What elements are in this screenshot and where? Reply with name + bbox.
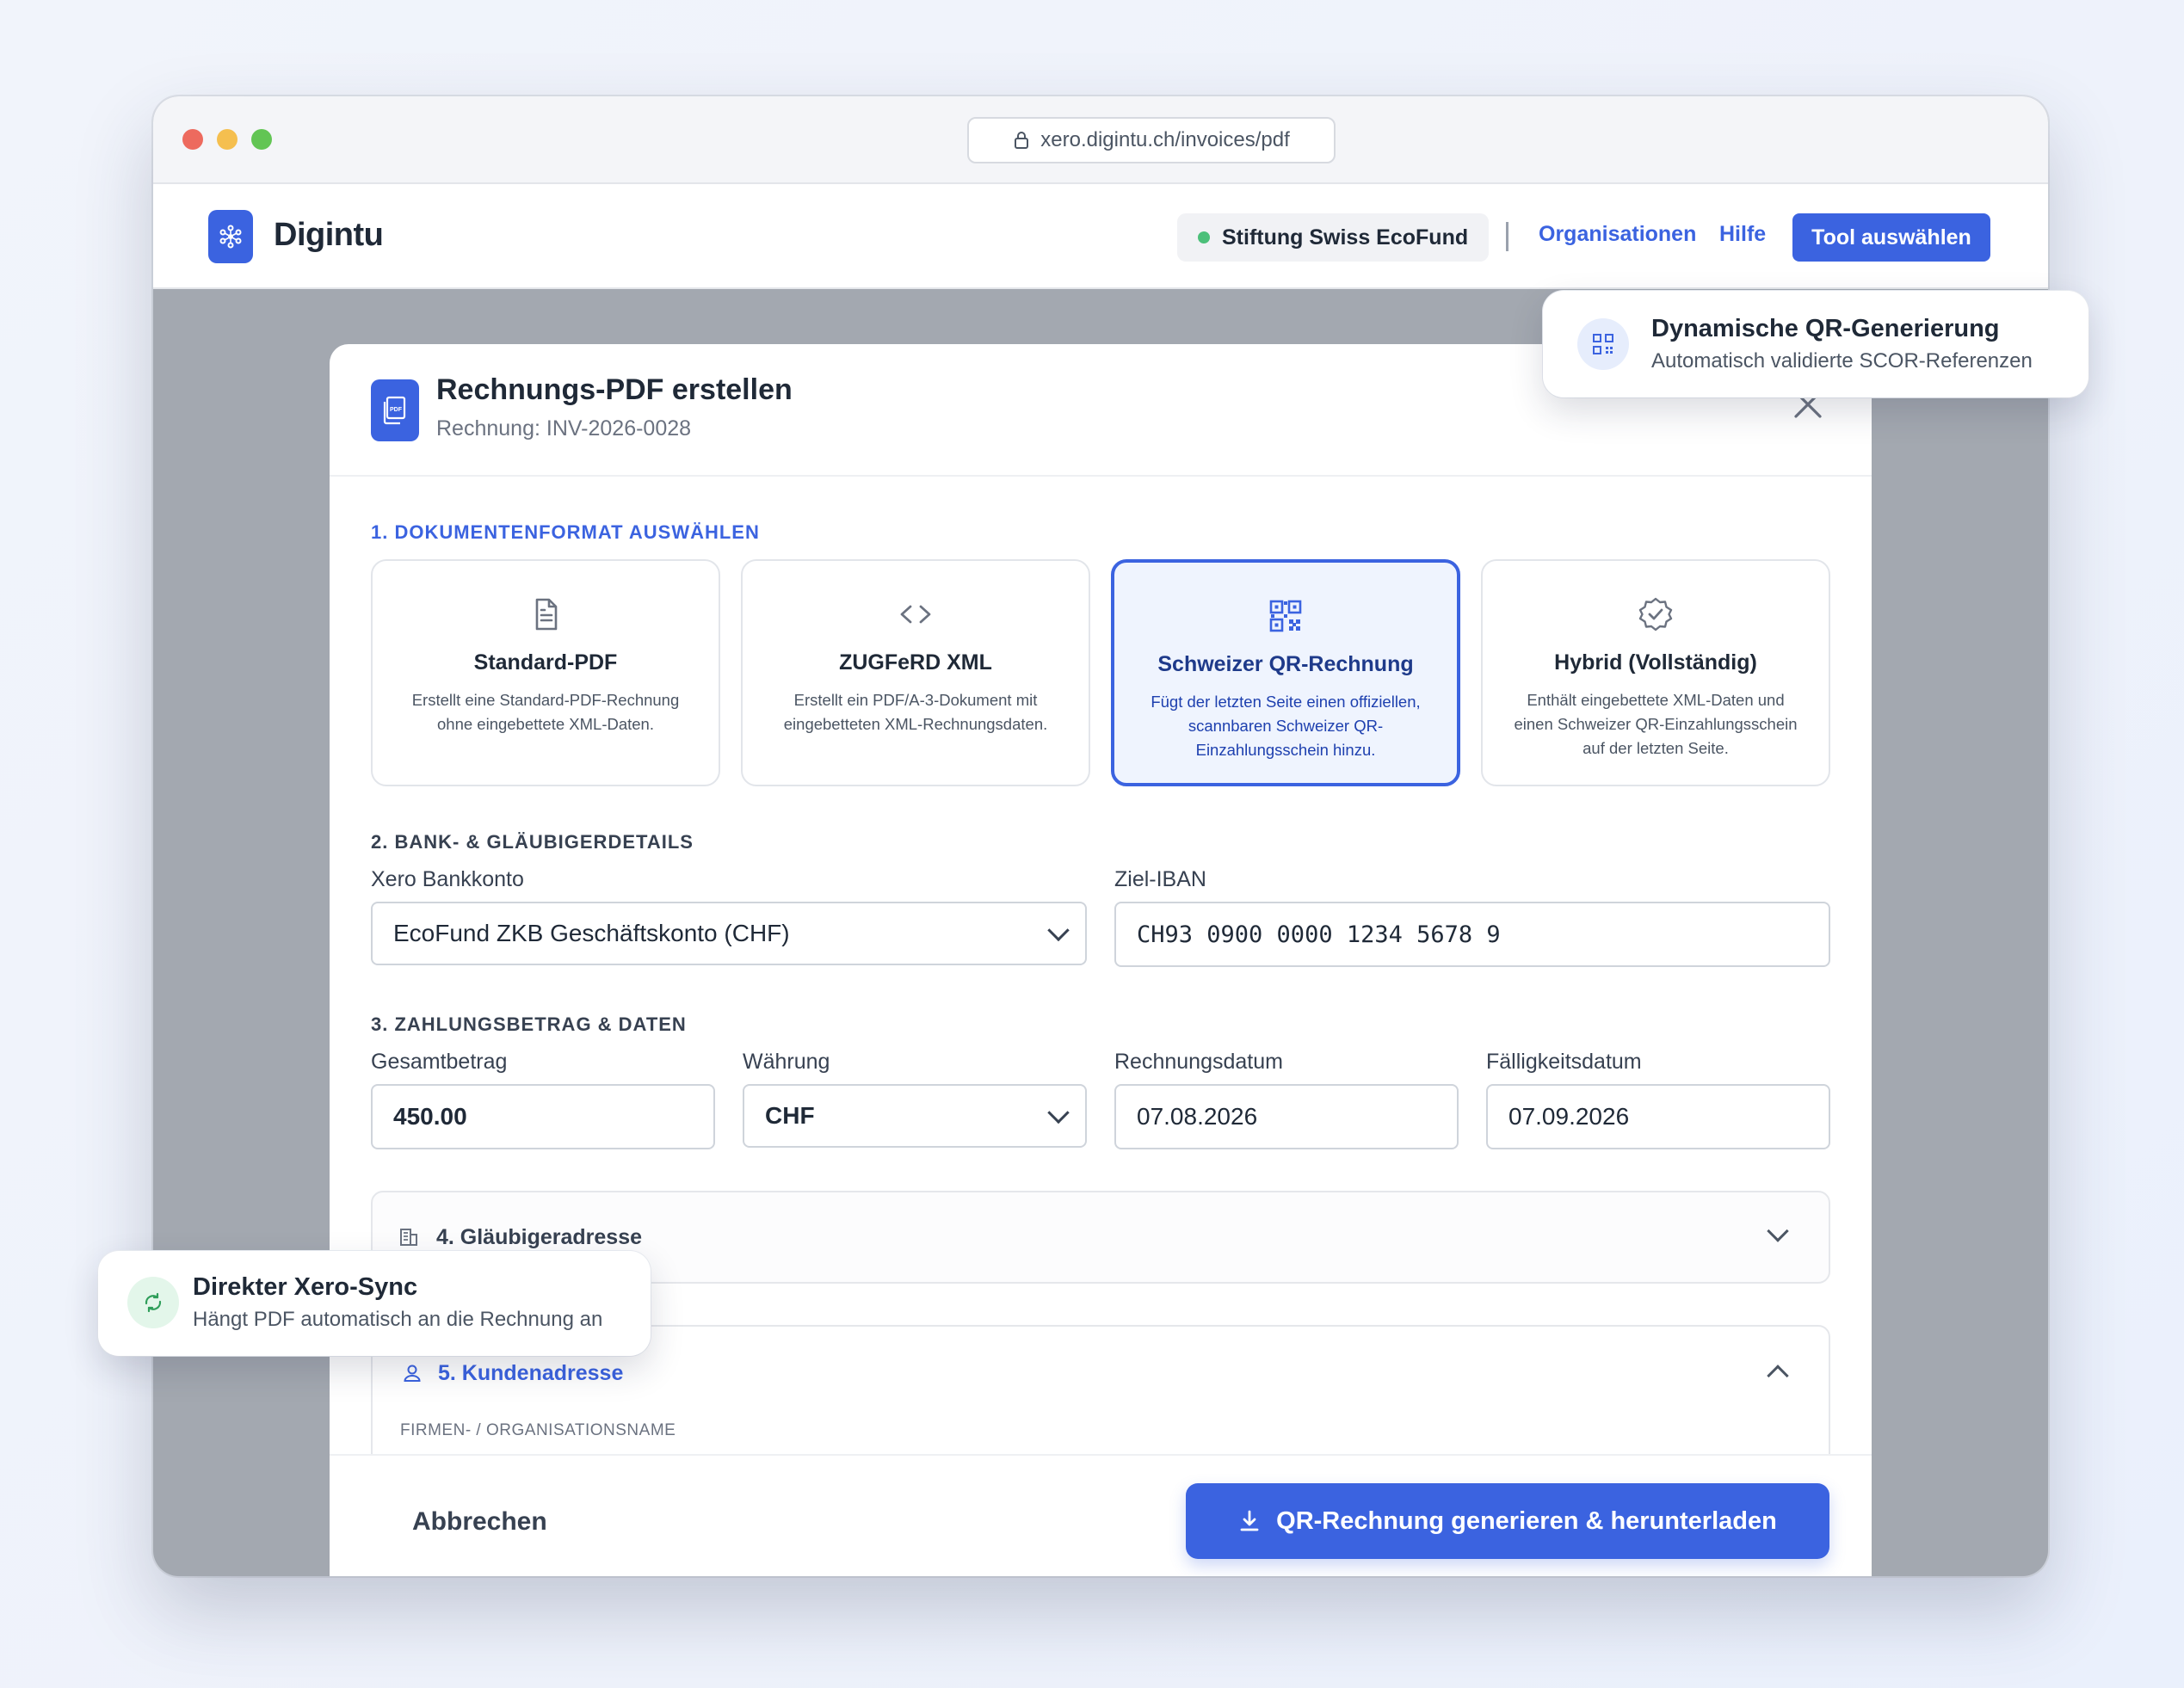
window-maximize-button[interactable] (251, 129, 272, 150)
download-icon (1240, 1510, 1259, 1531)
sync-icon (127, 1277, 179, 1328)
create-pdf-modal: PDF Rechnungs-PDF erstellen Rechnung: IN… (330, 344, 1872, 1576)
window-close-button[interactable] (182, 129, 203, 150)
currency-value: CHF (765, 1102, 815, 1129)
currency-label: Währung (743, 1050, 830, 1074)
card-description: Fügt der letzten Seite einen offiziellen… (1151, 693, 1421, 759)
brand-logo[interactable] (208, 210, 253, 263)
address-bar[interactable]: xero.digintu.ch/invoices/pdf (967, 117, 1336, 163)
bank-account-label: Xero Bankkonto (371, 867, 524, 891)
card-title: Hybrid (Vollständig) (1554, 650, 1757, 675)
format-card-swiss-qr[interactable]: Schweizer QR-Rechnung Fügt der letzten S… (1111, 559, 1460, 786)
header-divider (1506, 222, 1508, 251)
code-icon (900, 605, 931, 624)
format-card-hybrid[interactable]: Hybrid (Vollständig) Enthält eingebettet… (1481, 559, 1830, 786)
toast-subtitle: Hängt PDF automatisch an die Rechnung an (193, 1308, 603, 1331)
toast-xero-sync: Direkter Xero-Sync Hängt PDF automatisch… (98, 1251, 651, 1356)
building-icon (400, 1229, 417, 1246)
amount-label: Gesamtbetrag (371, 1050, 508, 1074)
pdf-file-icon: PDF (371, 379, 419, 441)
nav-organizations-link[interactable]: Organisationen (1539, 222, 1696, 247)
organization-name: Stiftung Swiss EcoFund (1222, 225, 1469, 250)
due-date-value: 07.09.2026 (1508, 1103, 1630, 1130)
organization-badge[interactable]: Stiftung Swiss EcoFund (1177, 213, 1490, 262)
user-icon (404, 1365, 421, 1382)
brand-name: Digintu (274, 217, 384, 253)
card-description: Erstellt eine Standard-PDF-Rechnung ohne… (411, 691, 680, 733)
chevron-up-icon (1767, 1365, 1789, 1387)
section-amount-label: 3. ZAHLUNGSBETRAG & DATEN (371, 1013, 687, 1035)
modal-footer: Abbrechen QR-Rechnung generieren & herun… (330, 1454, 1872, 1576)
qr-code-icon (1269, 600, 1302, 632)
iban-value: CH93 0900 0000 1234 5678 9 (1137, 921, 1501, 948)
chevron-down-icon (1047, 1101, 1070, 1124)
format-card-standard-pdf[interactable]: Standard-PDF Erstellt eine Standard-PDF-… (371, 559, 720, 786)
company-name-label: FIRMEN- / ORGANISATIONSNAME (400, 1421, 676, 1439)
due-date-input[interactable]: 07.09.2026 (1486, 1084, 1830, 1149)
chevron-down-icon (1047, 919, 1070, 942)
bank-account-select[interactable]: EcoFund ZKB Geschäftskonto (CHF) (371, 902, 1087, 965)
card-title: Schweizer QR-Rechnung (1157, 652, 1414, 676)
bank-account-value: EcoFund ZKB Geschäftskonto (CHF) (393, 920, 790, 946)
network-icon (219, 225, 242, 249)
currency-select[interactable]: CHF (743, 1084, 1087, 1148)
amount-value: 450.00 (393, 1103, 467, 1130)
invoice-date-label: Rechnungsdatum (1114, 1050, 1283, 1074)
section-format-label: 1. DOKUMENTENFORMAT AUSWÄHLEN (371, 521, 760, 543)
format-card-zugferd[interactable]: ZUGFeRD XML Erstellt ein PDF/A-3-Dokumen… (741, 559, 1090, 786)
invoice-number: Rechnung: INV-2026-0028 (436, 416, 692, 440)
invoice-date-value: 07.08.2026 (1137, 1103, 1258, 1130)
lock-icon (1015, 132, 1029, 149)
generate-download-button[interactable]: QR-Rechnung generieren & herunterladen (1186, 1483, 1829, 1559)
chevron-down-icon (1767, 1220, 1789, 1242)
amount-input[interactable]: 450.00 (371, 1084, 715, 1149)
iban-input[interactable]: CH93 0900 0000 1234 5678 9 (1114, 902, 1830, 967)
toast-title: Direkter Xero-Sync (193, 1273, 418, 1301)
svg-text:PDF: PDF (390, 407, 403, 413)
card-description: Erstellt ein PDF/A-3-Dokument mit eingeb… (783, 691, 1048, 733)
status-dot-icon (1198, 231, 1210, 243)
select-tool-button[interactable]: Tool auswählen (1792, 213, 1990, 262)
card-title: ZUGFeRD XML (839, 650, 992, 675)
toast-title: Dynamische QR-Generierung (1651, 315, 2000, 342)
card-description: Enthält eingebettete XML-Daten und einen… (1514, 691, 1798, 757)
verified-badge-icon (1638, 597, 1673, 631)
accordion-title: 5. Kundenadresse (438, 1361, 624, 1385)
toast-subtitle: Automatisch validierte SCOR-Referenzen (1651, 349, 2033, 373)
qr-code-icon (1577, 318, 1629, 370)
url-text: xero.digintu.ch/invoices/pdf (1040, 128, 1290, 151)
iban-label: Ziel-IBAN (1114, 867, 1206, 891)
accordion-title: 4. Gläubigeradresse (436, 1225, 643, 1249)
cancel-button[interactable]: Abbrechen (412, 1507, 547, 1537)
card-title: Standard-PDF (473, 650, 618, 675)
modal-title: Rechnungs-PDF erstellen (436, 373, 793, 406)
due-date-label: Fälligkeitsdatum (1486, 1050, 1642, 1074)
invoice-date-input[interactable]: 07.08.2026 (1114, 1084, 1459, 1149)
section-bank-label: 2. BANK- & GLÄUBIGERDETAILS (371, 831, 694, 853)
generate-button-label: QR-Rechnung generieren & herunterladen (1276, 1506, 1777, 1535)
app-header: Digintu Stiftung Swiss EcoFund Organisat… (153, 184, 2048, 289)
nav-help-link[interactable]: Hilfe (1719, 222, 1766, 247)
browser-chrome: xero.digintu.ch/invoices/pdf (153, 96, 2048, 184)
toast-qr-generation: Dynamische QR-Generierung Automatisch va… (1543, 291, 2088, 397)
window-minimize-button[interactable] (217, 129, 238, 150)
document-icon (535, 598, 558, 631)
